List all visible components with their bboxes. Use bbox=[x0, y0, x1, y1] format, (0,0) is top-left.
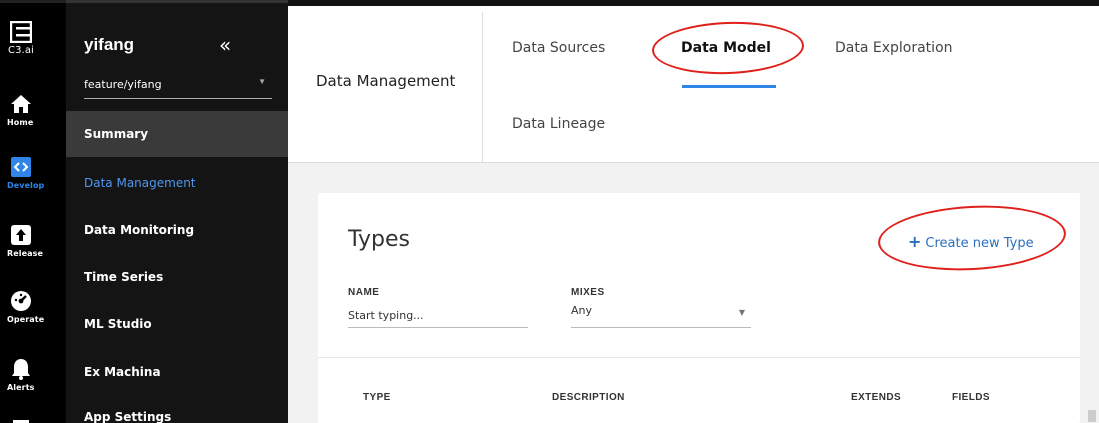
sidebar-item-summary[interactable]: Summary bbox=[66, 111, 288, 157]
rail-label-home: Home bbox=[7, 118, 34, 127]
branch-value: feature/yifang bbox=[84, 78, 162, 91]
sidebar-item-ex-machina[interactable]: Ex Machina bbox=[66, 349, 288, 395]
column-header-fields[interactable]: FIELDS bbox=[952, 392, 990, 403]
header-divider bbox=[482, 12, 483, 163]
sidebar-item-data-monitoring[interactable]: Data Monitoring bbox=[66, 207, 288, 253]
grid-icon bbox=[13, 420, 29, 423]
tab-data-model[interactable]: Data Model bbox=[681, 40, 771, 56]
mixes-filter-label: MIXES bbox=[571, 287, 605, 298]
column-header-extends[interactable]: EXTENDS bbox=[851, 392, 901, 403]
icon-rail: C3.ai Home Develop Release Operate Alert… bbox=[0, 0, 66, 423]
types-card: Types +Create new Type NAME MIXES Any ▼ … bbox=[318, 193, 1080, 423]
create-new-type-button[interactable]: + Create new Type bbox=[908, 232, 1034, 251]
rail-item-home[interactable]: Home bbox=[0, 93, 66, 127]
c3-logo[interactable]: C3.ai bbox=[0, 21, 66, 56]
create-new-type-label: Create new Type bbox=[925, 236, 1034, 251]
sidebar-item-ml-studio[interactable]: ML Studio bbox=[66, 301, 288, 347]
rail-label-develop: Develop bbox=[7, 181, 45, 190]
rail-item-operate[interactable]: Operate bbox=[0, 290, 66, 324]
column-header-type[interactable]: TYPE bbox=[363, 392, 391, 403]
develop-icon bbox=[11, 157, 31, 177]
sidebar-item-app-settings[interactable]: App Settings bbox=[66, 394, 288, 423]
rail-item-develop[interactable]: Develop bbox=[0, 156, 66, 190]
mixes-filter-select[interactable]: Any ▼ bbox=[571, 304, 751, 328]
c3-logo-icon bbox=[10, 21, 32, 43]
scrollbar[interactable] bbox=[1088, 410, 1096, 422]
rail-item-alerts[interactable]: Alerts bbox=[0, 358, 66, 392]
sidebar-item-data-management[interactable]: Data Management bbox=[66, 160, 288, 206]
column-header-description[interactable]: DESCRIPTION bbox=[552, 392, 625, 403]
name-filter-input[interactable] bbox=[348, 304, 528, 328]
sidebar: yifang « feature/yifang ▼ Summary Data M… bbox=[66, 0, 288, 423]
active-tab-indicator bbox=[682, 85, 776, 88]
rail-label-alerts: Alerts bbox=[7, 383, 35, 392]
tab-data-lineage[interactable]: Data Lineage bbox=[512, 116, 605, 132]
page-title: Data Management bbox=[316, 72, 456, 90]
collapse-sidebar-icon[interactable]: « bbox=[219, 33, 231, 57]
tab-data-exploration[interactable]: Data Exploration bbox=[835, 40, 953, 56]
rail-item-release[interactable]: Release bbox=[0, 224, 66, 258]
name-filter-label: NAME bbox=[348, 287, 380, 298]
mixes-filter-value: Any bbox=[571, 304, 593, 317]
types-table-header: TYPE DESCRIPTION EXTENDS FIELDS bbox=[318, 357, 1080, 423]
rail-label-operate: Operate bbox=[7, 315, 45, 324]
rail-label-release: Release bbox=[7, 249, 44, 258]
operate-icon bbox=[11, 291, 31, 311]
branch-select[interactable]: feature/yifang ▼ bbox=[84, 75, 272, 99]
alerts-icon bbox=[12, 359, 30, 380]
sidebar-item-time-series[interactable]: Time Series bbox=[66, 254, 288, 300]
logo-label: C3.ai bbox=[8, 45, 34, 56]
tab-data-sources[interactable]: Data Sources bbox=[512, 40, 605, 56]
project-title: yifang bbox=[84, 35, 135, 54]
rail-item-more[interactable] bbox=[0, 417, 66, 423]
release-icon bbox=[11, 225, 31, 245]
home-icon bbox=[11, 95, 31, 113]
card-title: Types bbox=[348, 227, 410, 252]
chevron-down-icon: ▼ bbox=[738, 308, 745, 317]
chevron-down-icon: ▼ bbox=[258, 77, 266, 86]
page-header: Data Management Data Sources Data Model … bbox=[288, 6, 1099, 163]
main-content: Data Management Data Sources Data Model … bbox=[288, 0, 1099, 423]
plus-icon: + bbox=[908, 232, 922, 251]
